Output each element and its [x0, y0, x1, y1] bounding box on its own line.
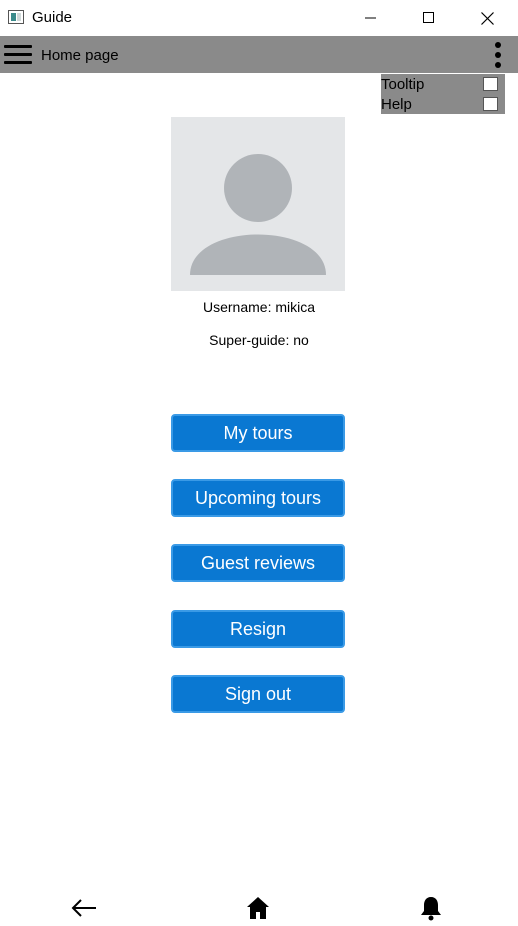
kebab-dot: [495, 42, 501, 48]
arrow-left-icon: [71, 899, 96, 917]
home-button[interactable]: [243, 893, 273, 923]
more-options-button[interactable]: [490, 41, 506, 69]
minimize-icon: [365, 17, 376, 19]
options-dropdown: Tooltip Help: [381, 74, 505, 114]
bell-icon: [421, 897, 441, 921]
kebab-dot: [495, 52, 501, 58]
tooltip-checkbox[interactable]: [483, 77, 498, 91]
notifications-button[interactable]: [416, 893, 446, 923]
my-tours-button[interactable]: My tours: [171, 414, 345, 452]
hamburger-icon-line: [4, 61, 32, 64]
window-title: Guide: [32, 9, 73, 26]
tooltip-option[interactable]: Tooltip: [381, 74, 505, 94]
avatar: [171, 117, 345, 291]
upcoming-tours-button[interactable]: Upcoming tours: [171, 479, 345, 517]
minimize-button[interactable]: [342, 0, 400, 36]
help-option[interactable]: Help: [381, 94, 505, 114]
kebab-dot: [495, 62, 501, 68]
window-titlebar: Guide: [0, 0, 518, 36]
guest-reviews-button[interactable]: Guest reviews: [171, 544, 345, 582]
superguide-text: Super-guide: no: [209, 332, 309, 348]
user-placeholder-icon: [190, 154, 326, 275]
maximize-button[interactable]: [400, 0, 458, 36]
close-button[interactable]: [458, 0, 516, 36]
page-title: Home page: [41, 47, 119, 64]
hamburger-menu-button[interactable]: [2, 44, 34, 66]
app-bar: Home page: [0, 36, 518, 73]
home-icon: [247, 897, 269, 919]
back-button[interactable]: [69, 893, 99, 923]
hamburger-icon-line: [4, 45, 32, 48]
help-label: Help: [381, 96, 412, 113]
app-window-icon: [8, 10, 24, 24]
maximize-icon: [423, 12, 434, 23]
hamburger-icon-line: [4, 53, 32, 56]
username-text: Username: mikica: [202, 299, 316, 315]
help-checkbox[interactable]: [483, 97, 498, 111]
resign-button[interactable]: Resign: [171, 610, 345, 648]
close-icon: [480, 11, 494, 25]
sign-out-button[interactable]: Sign out: [171, 675, 345, 713]
tooltip-label: Tooltip: [381, 76, 425, 93]
